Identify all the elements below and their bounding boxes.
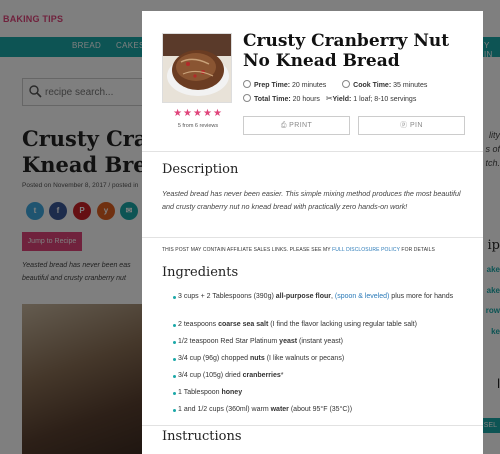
affiliate-notice: THIS POST MAY CONTAIN AFFILIATE SALES LI… bbox=[162, 247, 435, 253]
ingredient-item: 3 cups + 2 Tablespoons (390g) all-purpos… bbox=[173, 291, 468, 303]
total-time-value: 20 hours bbox=[292, 96, 320, 103]
yield-icon: ✂ bbox=[325, 94, 333, 103]
review-count: 5 from 6 reviews bbox=[177, 123, 219, 129]
ingredient-item: 3/4 cup (105g) dried cranberries* bbox=[173, 370, 468, 382]
description-text: Yeasted bread has never been easier. Thi… bbox=[162, 189, 461, 211]
yield-value: 1 loaf; 8-10 servings bbox=[353, 96, 417, 103]
instructions-heading: Instructions bbox=[162, 429, 242, 444]
pinterest-icon: ⓟ bbox=[400, 122, 408, 129]
clock-icon bbox=[243, 94, 251, 102]
ingredient-item: 1 Tablespoon honey bbox=[173, 387, 468, 399]
prep-time-value: 20 minutes bbox=[292, 82, 327, 89]
print-button[interactable]: ⎙ PRINT bbox=[243, 116, 350, 135]
description-heading: Description bbox=[162, 162, 239, 177]
ingredients-heading: Ingredients bbox=[162, 265, 239, 280]
ingredient-item: 2 teaspoons coarse sea salt (I find the … bbox=[173, 319, 468, 331]
section-divider bbox=[142, 151, 483, 152]
pin-button[interactable]: ⓟ PIN bbox=[358, 116, 465, 135]
cook-time-value: 35 minutes bbox=[393, 82, 428, 89]
ingredient-item: 1 and 1/2 cups (360ml) warm water (about… bbox=[173, 404, 468, 416]
ingredient-item: 1/2 teaspoon Red Star Platinum yeast (in… bbox=[173, 336, 468, 348]
recipe-title: Crusty Cranberry Nut No Knead Bread bbox=[243, 31, 450, 71]
time-row-1: Prep Time: 20 minutes Cook Time: 35 minu… bbox=[243, 80, 427, 89]
printer-icon: ⎙ bbox=[280, 122, 287, 129]
section-divider bbox=[142, 237, 483, 238]
recipe-thumbnail bbox=[162, 33, 232, 103]
clock-icon bbox=[243, 80, 251, 88]
recipe-card-modal: ★★★★★ 5 from 6 reviews Crusty Cranberry … bbox=[142, 11, 483, 454]
rating-stars[interactable]: ★★★★★ bbox=[164, 108, 232, 119]
ingredient-item: 3/4 cup (96g) chopped nuts (I like walnu… bbox=[173, 353, 468, 365]
time-row-2: Total Time: 20 hours ✂Yield: 1 loaf; 8-1… bbox=[243, 94, 416, 103]
clock-icon bbox=[342, 80, 351, 88]
spoon-leveled-link[interactable]: (spoon & leveled) bbox=[335, 293, 389, 300]
disclosure-policy-link[interactable]: FULL DISCLOSURE POLICY bbox=[332, 247, 400, 253]
section-divider bbox=[142, 425, 483, 426]
